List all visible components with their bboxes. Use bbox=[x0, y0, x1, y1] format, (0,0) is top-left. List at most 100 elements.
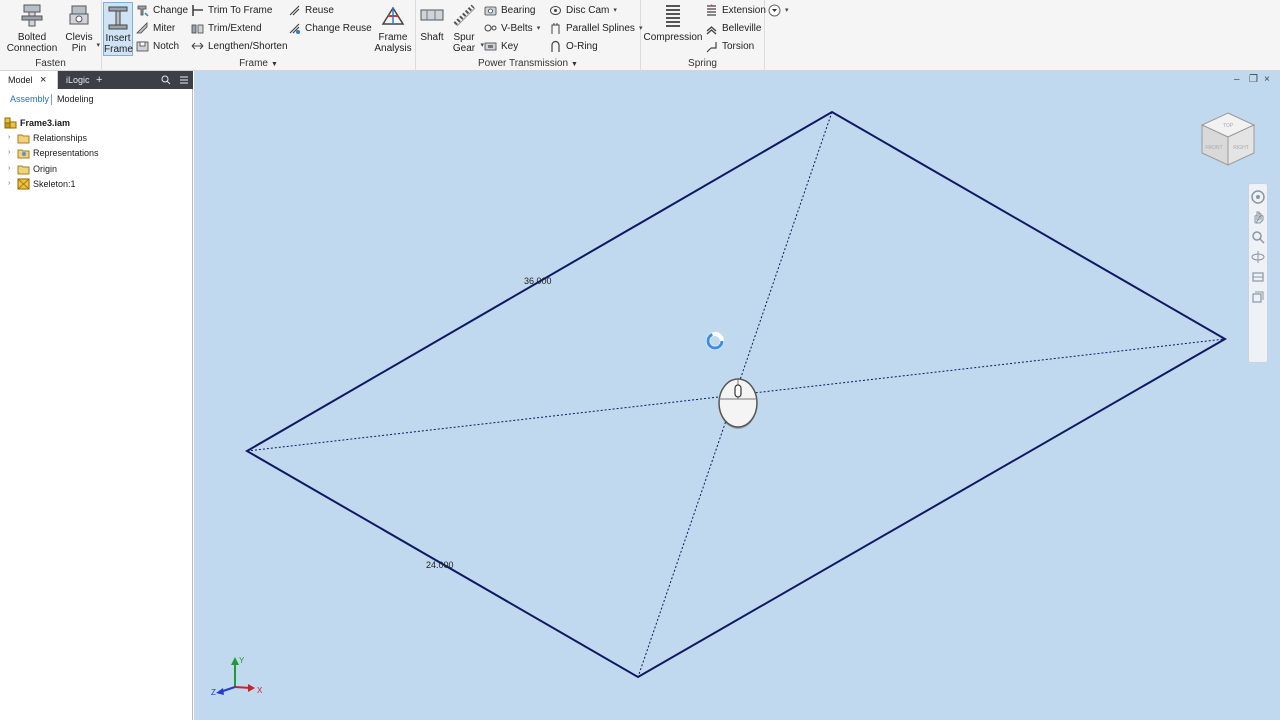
dimension-length[interactable]: 36.000 bbox=[524, 276, 552, 286]
search-icon[interactable] bbox=[161, 75, 171, 85]
lengthen-shorten-label: Lengthen/Shorten bbox=[208, 40, 288, 52]
graphics-viewport[interactable]: – ❐ × 36.000 24.000 TOP FRONT RIGHT X Y … bbox=[194, 71, 1280, 720]
bolted-connection-icon bbox=[21, 4, 43, 27]
extension-label: Extension bbox=[722, 4, 766, 16]
zoom-icon[interactable] bbox=[1251, 230, 1265, 244]
viewcube-top-face[interactable]: TOP bbox=[1223, 123, 1234, 129]
bolted-connection-button[interactable]: Bolted Connection bbox=[4, 2, 60, 56]
frame-analysis-button[interactable]: Frame Analysis bbox=[372, 2, 414, 56]
pan-icon[interactable] bbox=[1251, 210, 1265, 224]
lengthen-shorten-button[interactable]: Lengthen/Shorten bbox=[191, 38, 288, 54]
dimension-width[interactable]: 24.000 bbox=[426, 560, 454, 570]
change-icon bbox=[137, 5, 149, 17]
change-label: Change bbox=[153, 4, 189, 16]
tree-label: Representations bbox=[33, 147, 99, 158]
tree-root-assembly[interactable]: Frame3.iam bbox=[4, 115, 70, 130]
expand-icon[interactable]: › bbox=[8, 180, 17, 187]
o-ring-button[interactable]: O-Ring bbox=[549, 38, 598, 54]
spur-gear-button[interactable]: Spur Gear ▾ bbox=[450, 2, 484, 56]
tree-label: Relationships bbox=[33, 132, 88, 143]
clevis-pin-button[interactable]: Clevis Pin ▾ bbox=[62, 2, 100, 56]
parallel-splines-label: Parallel Splines bbox=[566, 22, 635, 34]
spur-gear-label: Spur Gear bbox=[452, 32, 476, 54]
notch-label: Notch bbox=[153, 40, 180, 52]
trim-extend-icon bbox=[191, 24, 204, 33]
tab-model[interactable]: Model × bbox=[0, 71, 58, 89]
ribbon-options-dropdown-icon[interactable]: ▾ bbox=[785, 6, 789, 14]
clevis-pin-icon bbox=[69, 5, 89, 25]
insert-frame-button[interactable]: Insert Frame bbox=[103, 2, 133, 56]
belleville-spring-icon bbox=[706, 25, 717, 35]
v-belts-dropdown-icon[interactable]: ▾ bbox=[537, 24, 541, 32]
parallel-splines-button[interactable]: Parallel Splines ▾ bbox=[549, 20, 642, 36]
tree-item-relationships[interactable]: › Relationships bbox=[8, 130, 87, 145]
close-icon[interactable]: × bbox=[40, 71, 46, 89]
tree-item-representations[interactable]: › Representations bbox=[8, 145, 99, 160]
v-belts-button[interactable]: V-Belts ▾ bbox=[484, 20, 540, 36]
tab-modeling[interactable]: Modeling bbox=[57, 94, 94, 104]
tab-assembly[interactable]: Assembly bbox=[10, 94, 49, 104]
view-cube[interactable]: TOP FRONT RIGHT bbox=[1198, 109, 1258, 171]
extension-button[interactable]: Extension bbox=[705, 2, 766, 18]
reuse-label: Reuse bbox=[305, 4, 334, 16]
view-face-icon[interactable] bbox=[1251, 290, 1265, 304]
change-reuse-button[interactable]: Change Reuse bbox=[288, 20, 372, 36]
change-reuse-label: Change Reuse bbox=[305, 22, 372, 34]
expand-icon[interactable]: › bbox=[8, 134, 17, 141]
spring-panel: Compression Extension Belleville Torsion… bbox=[641, 0, 766, 71]
tab-ilogic-label: iLogic bbox=[66, 75, 90, 85]
miter-button[interactable]: Miter bbox=[136, 20, 175, 36]
trim-extend-button[interactable]: Trim/Extend bbox=[191, 20, 262, 36]
representations-icon bbox=[17, 149, 30, 158]
key-button[interactable]: Key bbox=[484, 38, 518, 54]
model-browser: Model × iLogic + Assembly Modeling Frame… bbox=[0, 71, 193, 720]
browser-tab-bar: Model × iLogic + bbox=[0, 71, 193, 89]
mouse-icon bbox=[718, 378, 758, 429]
belleville-button[interactable]: Belleville bbox=[705, 20, 761, 36]
compression-label: Compression bbox=[643, 32, 703, 43]
viewcube-front-face[interactable]: FRONT bbox=[1205, 145, 1222, 151]
trim-to-frame-button[interactable]: Trim To Frame bbox=[191, 2, 272, 18]
viewcube-right-face[interactable]: RIGHT bbox=[1233, 145, 1249, 151]
power-transmission-panel-title[interactable]: Power Transmission ▼ bbox=[416, 58, 640, 69]
reuse-icon bbox=[289, 5, 300, 15]
power-transmission-panel-expand-icon[interactable]: ▼ bbox=[571, 61, 578, 68]
notch-button[interactable]: Notch bbox=[136, 38, 179, 54]
change-reuse-icon bbox=[289, 23, 300, 34]
compression-button[interactable]: Compression bbox=[643, 2, 703, 56]
folder-icon bbox=[17, 134, 30, 143]
add-tab-icon[interactable]: + bbox=[96, 71, 102, 89]
tree-label: Skeleton:1 bbox=[33, 178, 76, 189]
reuse-button[interactable]: Reuse bbox=[288, 2, 334, 18]
orbit-icon[interactable] bbox=[1251, 250, 1265, 264]
frame-panel-expand-icon[interactable]: ▼ bbox=[271, 61, 278, 68]
clevis-pin-dropdown-icon[interactable]: ▾ bbox=[96, 40, 100, 51]
expand-icon[interactable]: › bbox=[8, 149, 17, 156]
tree-item-origin[interactable]: › Origin bbox=[8, 161, 57, 176]
change-button[interactable]: Change bbox=[136, 2, 188, 18]
bearing-button[interactable]: Bearing bbox=[484, 2, 535, 18]
torsion-button[interactable]: Torsion bbox=[705, 38, 754, 54]
power-transmission-panel-title-text: Power Transmission bbox=[478, 58, 569, 69]
fasten-panel-title: Fasten bbox=[35, 58, 66, 69]
tree-item-skeleton[interactable]: › Skeleton:1 bbox=[8, 176, 76, 191]
ribbon-options-button[interactable]: ▾ bbox=[768, 3, 794, 17]
torsion-spring-icon bbox=[706, 41, 717, 52]
frame-panel-title[interactable]: Frame ▼ bbox=[102, 58, 415, 69]
triad-x-label: X bbox=[257, 686, 263, 695]
key-icon bbox=[484, 42, 497, 50]
ribbon-options-icon bbox=[768, 4, 781, 16]
o-ring-label: O-Ring bbox=[566, 40, 598, 52]
disc-cam-button[interactable]: Disc Cam ▾ bbox=[549, 2, 617, 18]
trim-to-frame-icon bbox=[192, 4, 203, 16]
look-at-icon[interactable] bbox=[1251, 270, 1265, 284]
shaft-label: Shaft bbox=[420, 32, 444, 43]
disc-cam-icon bbox=[550, 5, 561, 15]
steering-wheel-icon[interactable] bbox=[1251, 190, 1265, 204]
disc-cam-dropdown-icon[interactable]: ▾ bbox=[613, 6, 617, 14]
shaft-button[interactable]: Shaft bbox=[418, 2, 446, 56]
tab-ilogic[interactable]: iLogic + bbox=[58, 71, 193, 89]
torsion-label: Torsion bbox=[722, 40, 755, 52]
menu-icon[interactable] bbox=[179, 75, 189, 85]
expand-icon[interactable]: › bbox=[8, 165, 17, 172]
